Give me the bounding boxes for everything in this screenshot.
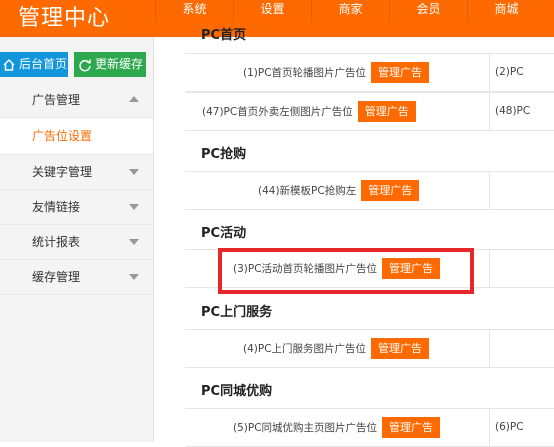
sidebar-item-keyword-management[interactable]: 关键字管理 xyxy=(0,155,153,190)
chevron-down-icon xyxy=(129,274,139,280)
nav-system[interactable]: 系统 xyxy=(155,0,233,22)
sidebar-item-stats-report[interactable]: 统计报表 xyxy=(0,225,153,260)
refresh-icon xyxy=(79,59,91,71)
section-title: PC抢购 xyxy=(201,147,247,162)
sidebar-item-friend-links[interactable]: 友情链接 xyxy=(0,190,153,225)
section-title: PC首页 xyxy=(201,28,247,43)
sidebar-menu: 广告管理 广告位设置 关键字管理 友情链接 统计报表 缓存管理 xyxy=(0,83,153,295)
chevron-down-icon xyxy=(129,239,139,245)
sidebar-item-label: 友情链接 xyxy=(32,200,81,214)
top-nav: 系统 设置 商家 会员 商城 xyxy=(155,0,545,22)
ad-slot-name: (6)PC xyxy=(495,421,524,433)
sidebar-item-label: 广告位设置 xyxy=(32,129,93,143)
ad-slot-name: (48)PC xyxy=(495,105,531,117)
ad-slot-name: (4)PC上门服务图片广告位 xyxy=(243,343,367,355)
chevron-down-icon xyxy=(129,169,139,175)
table-row: (4)PC上门服务图片广告位 管理广告 xyxy=(185,329,554,368)
sidebar-item-ad-management[interactable]: 广告管理 xyxy=(0,83,153,118)
ad-slot-name: (1)PC首页轮播图片广告位 xyxy=(243,67,367,79)
ad-slot-name: (47)PC首页外卖左侧图片广告位 xyxy=(202,106,353,118)
refresh-button-label: 更新缓存 xyxy=(95,57,144,71)
column-divider xyxy=(489,250,490,287)
column-divider xyxy=(489,409,490,446)
sidebar-item-label: 广告管理 xyxy=(32,93,81,107)
ad-slot-name: (2)PC xyxy=(495,66,524,78)
nav-settings[interactable]: 设置 xyxy=(233,0,311,22)
column-divider xyxy=(489,330,490,367)
ad-slot-name: (44)新模板PC抢购左 xyxy=(258,185,357,197)
nav-merchant[interactable]: 商家 xyxy=(311,0,389,22)
highlight-box xyxy=(218,248,474,294)
home-button-label: 后台首页 xyxy=(19,57,68,71)
column-divider xyxy=(489,54,490,91)
sidebar-item-label: 关键字管理 xyxy=(32,165,93,179)
top-bar: 管理中心 系统 设置 商家 会员 商城 xyxy=(0,0,554,37)
table-row: (44)新模板PC抢购左 管理广告 xyxy=(185,171,554,210)
section-title: PC同城优购 xyxy=(201,384,273,399)
table-row: (5)PC同城优购主页图片广告位 管理广告 (6)PC xyxy=(185,408,554,447)
sidebar-item-label: 统计报表 xyxy=(32,235,81,249)
column-divider xyxy=(489,172,490,209)
home-icon xyxy=(3,58,15,71)
chevron-down-icon xyxy=(129,204,139,210)
main-content: PC首页 (1)PC首页轮播图片广告位 管理广告 (2)PC (47)PC首页外… xyxy=(185,28,554,447)
section-title: PC活动 xyxy=(201,226,247,241)
section-title: PC上门服务 xyxy=(201,305,273,320)
sidebar-item-cache-management[interactable]: 缓存管理 xyxy=(0,260,153,295)
sidebar-item-label: 缓存管理 xyxy=(32,270,81,284)
table-row: (1)PC首页轮播图片广告位 管理广告 (2)PC xyxy=(185,53,554,92)
column-divider xyxy=(489,93,490,130)
manage-ad-button[interactable]: 管理广告 xyxy=(357,101,416,122)
ad-slot-name: (5)PC同城优购主页图片广告位 xyxy=(233,422,378,434)
table-row: (47)PC首页外卖左侧图片广告位 管理广告 (48)PC xyxy=(185,92,554,131)
nav-member[interactable]: 会员 xyxy=(389,0,467,22)
manage-ad-button[interactable]: 管理广告 xyxy=(371,62,430,83)
home-button[interactable]: 后台首页 xyxy=(0,52,68,77)
chevron-up-icon xyxy=(129,96,139,102)
sidebar-item-ad-slot-settings[interactable]: 广告位设置 xyxy=(0,118,153,155)
manage-ad-button[interactable]: 管理广告 xyxy=(382,417,441,438)
manage-ad-button[interactable]: 管理广告 xyxy=(361,180,420,201)
nav-mall[interactable]: 商城 xyxy=(467,0,545,22)
refresh-cache-button[interactable]: 更新缓存 xyxy=(74,52,146,77)
sidebar: 后台首页 更新缓存 广告管理 广告位设置 关键字管理 友情链接 统计报表 缓存管 xyxy=(0,37,154,442)
manage-ad-button[interactable]: 管理广告 xyxy=(371,338,430,359)
brand-title: 管理中心 xyxy=(18,6,111,31)
